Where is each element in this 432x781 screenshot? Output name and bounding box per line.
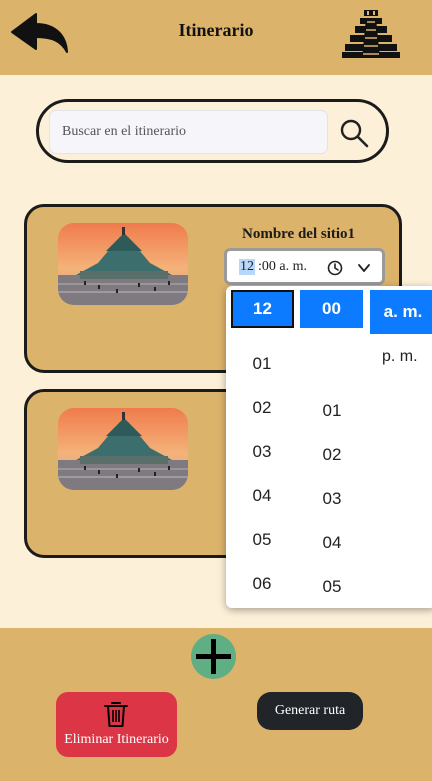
delete-itinerary-button[interactable]: Eliminar Itinerario — [56, 692, 177, 757]
hour-option[interactable]: 02 — [242, 398, 282, 418]
trash-icon — [104, 702, 128, 727]
search-button[interactable] — [337, 116, 371, 150]
site-photo — [58, 408, 188, 490]
search-icon — [340, 119, 369, 148]
time-minute-period[interactable]: :00 a. m. — [258, 259, 307, 275]
site-photo — [58, 223, 188, 305]
period-option[interactable]: p. m. — [382, 348, 418, 366]
hour-option[interactable]: 04 — [242, 486, 282, 506]
minute-option[interactable]: 02 — [312, 445, 352, 465]
selected-period[interactable]: a. m. — [370, 290, 432, 334]
minute-option[interactable]: 03 — [312, 489, 352, 509]
chevron-down-icon[interactable] — [357, 261, 371, 275]
clock-icon[interactable] — [327, 260, 343, 276]
generate-route-button[interactable]: Generar ruta — [257, 692, 363, 730]
time-hour-field[interactable]: 12 — [239, 259, 255, 275]
hour-option[interactable]: 01 — [242, 354, 282, 374]
selected-hour[interactable]: 12 — [231, 290, 294, 328]
selected-minute[interactable]: 00 — [300, 290, 363, 328]
time-picker-popup: 12 00 a. m. 01 02 03 04 05 06 01 02 03 0… — [226, 286, 432, 608]
pyramid-icon — [342, 8, 400, 58]
hour-option[interactable]: 03 — [242, 442, 282, 462]
delete-itinerary-label: Eliminar Itinerario — [64, 732, 169, 747]
time-input[interactable]: 12 :00 a. m. — [224, 248, 385, 285]
minute-option[interactable]: 04 — [312, 533, 352, 553]
minute-option[interactable]: 01 — [312, 401, 352, 421]
search-bar — [36, 99, 389, 163]
add-button[interactable] — [191, 634, 236, 679]
hour-option[interactable]: 06 — [242, 574, 282, 594]
minute-option[interactable]: 05 — [312, 577, 352, 597]
hour-option[interactable]: 05 — [242, 530, 282, 550]
plus-icon — [196, 639, 231, 674]
search-input[interactable] — [49, 110, 328, 154]
site-name: Nombre del sitio1 — [242, 226, 356, 242]
